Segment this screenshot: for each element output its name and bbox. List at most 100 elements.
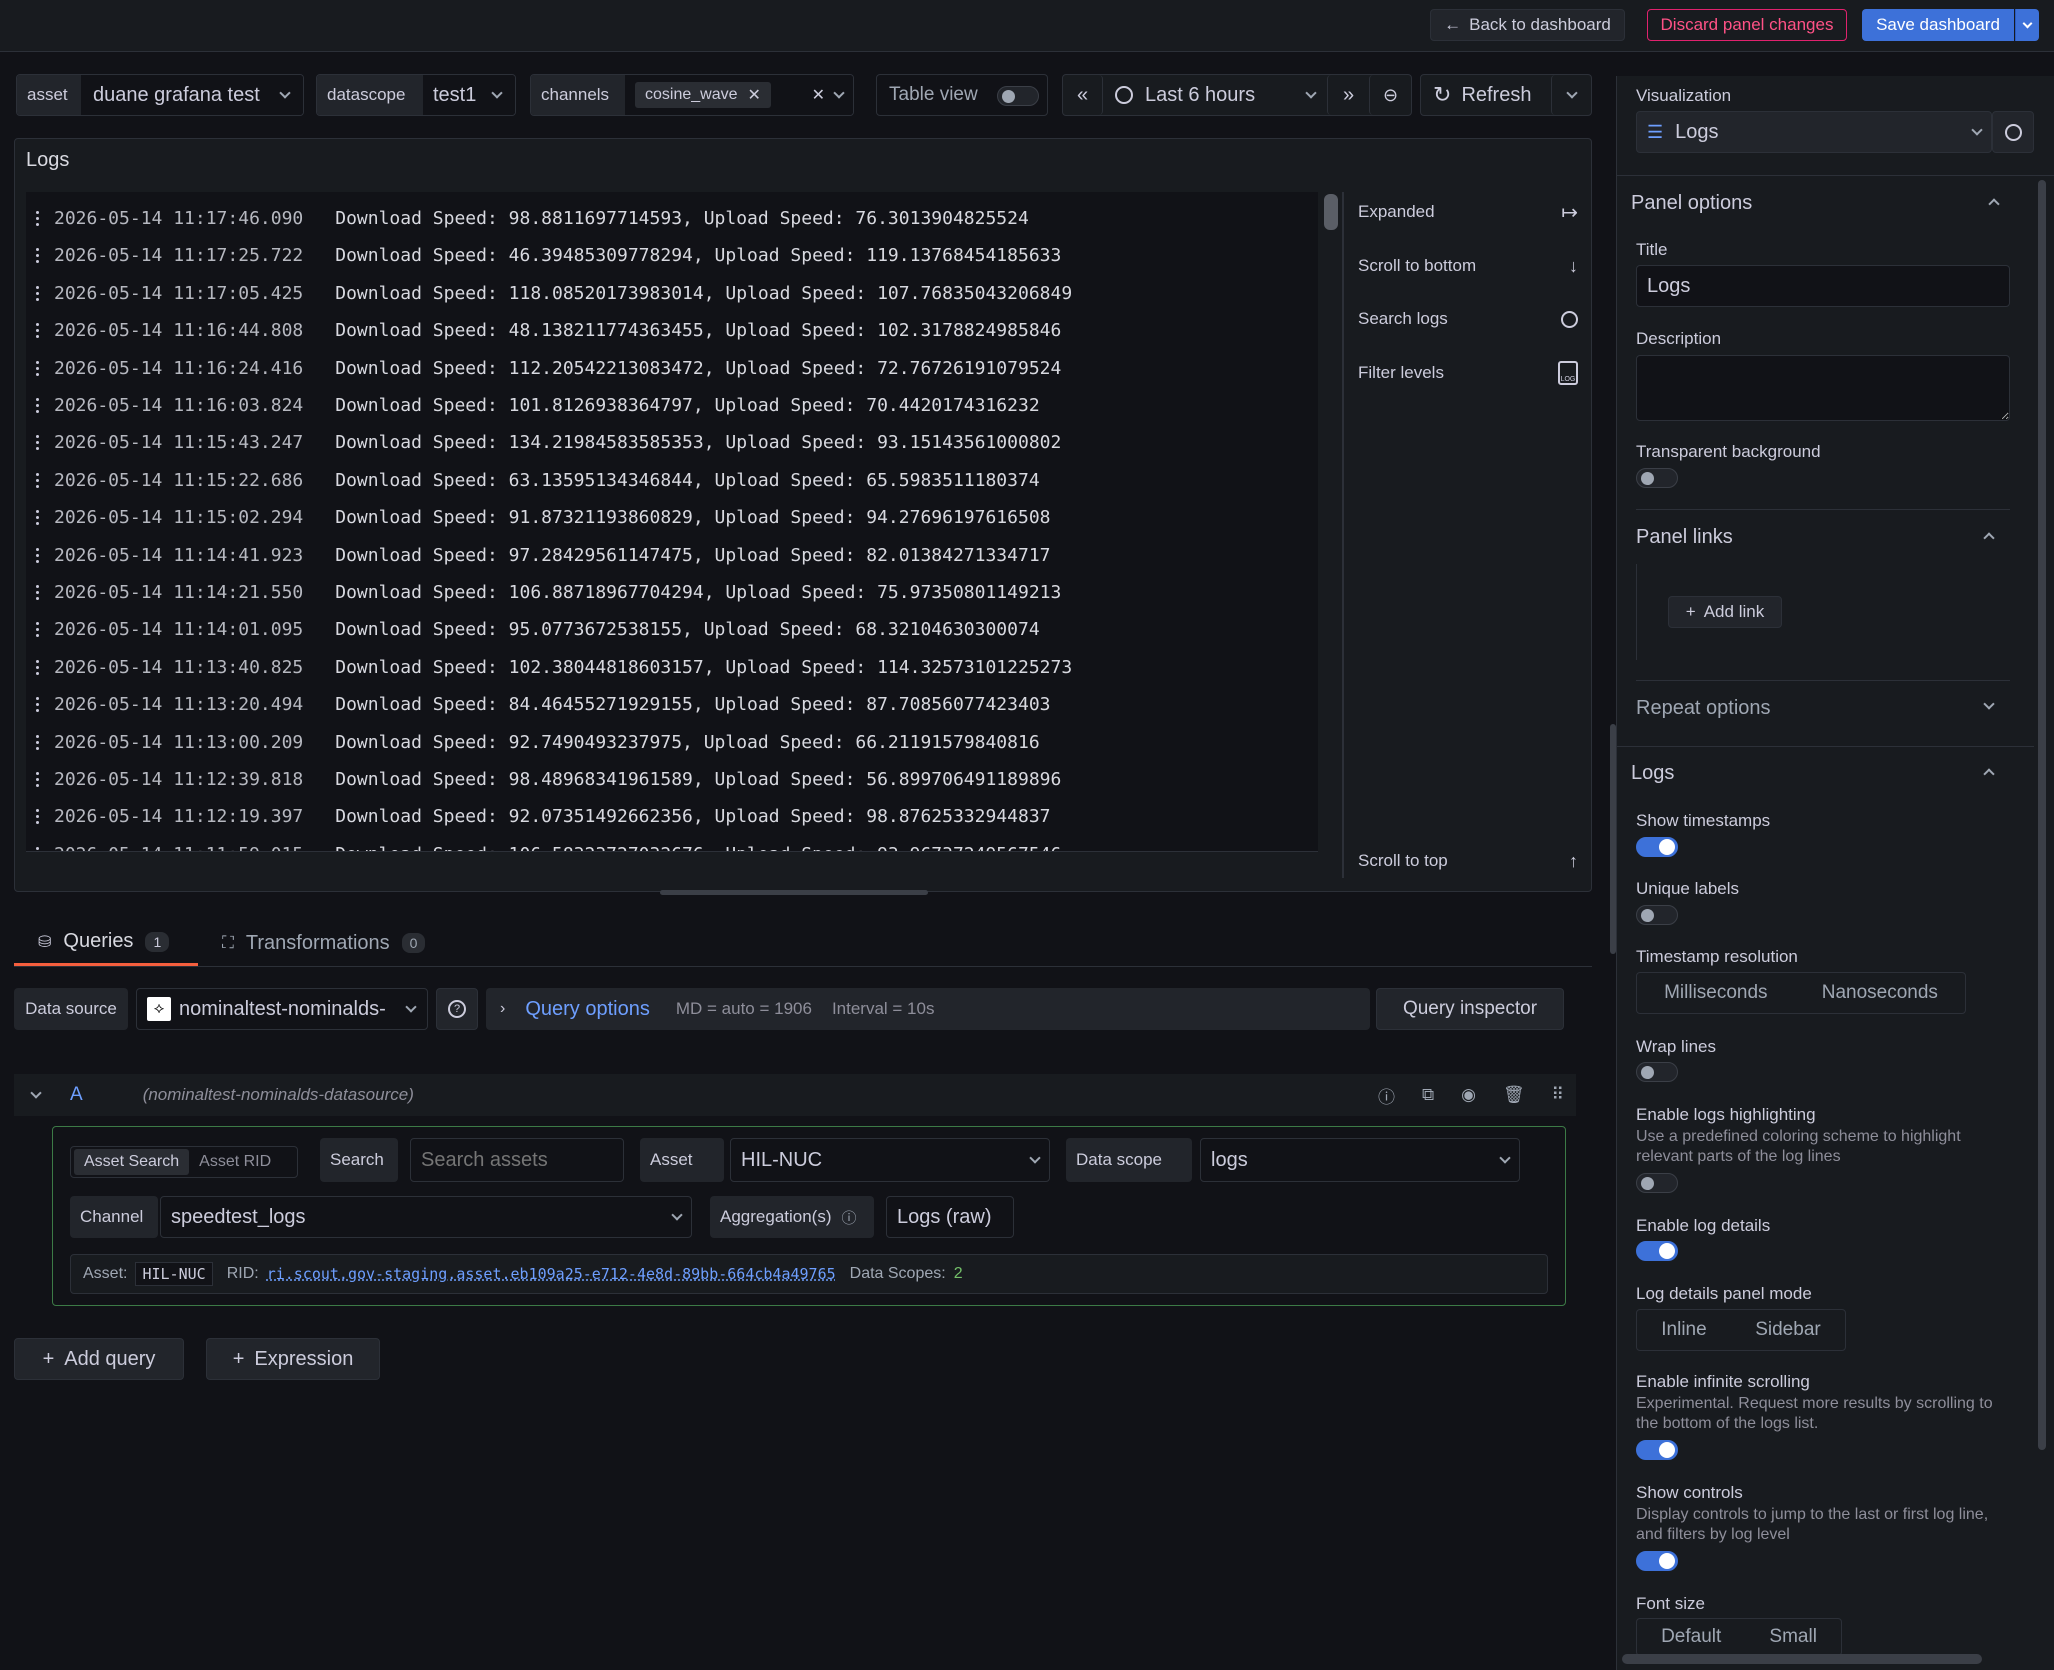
datasource-help-button[interactable]: ? [436,988,478,1030]
datascope-variable[interactable]: datascope test1 [316,74,516,116]
log-row[interactable]: 2026-05-14 11:14:41.923 Download Speed: 9… [36,537,1051,574]
time-shift-back-button[interactable]: « [1063,75,1103,115]
refresh-button[interactable]: ↻ Refresh [1421,82,1551,108]
time-range-button[interactable]: Last 6 hours [1103,84,1327,107]
options-horizontal-scrollbar[interactable] [1622,1654,1982,1664]
time-picker[interactable]: « Last 6 hours » ⊖ [1062,74,1412,116]
row-menu-icon[interactable] [36,809,42,825]
back-to-dashboard-button[interactable]: ← Back to dashboard [1430,9,1625,41]
trash-icon[interactable]: 🗑 [1503,1085,1525,1105]
log-details-toggle[interactable] [1636,1241,1678,1261]
log-details-mode-radio[interactable]: Inline Sidebar [1636,1309,1846,1351]
table-view-toggle[interactable]: Table view [876,74,1048,116]
logs-highlighting-toggle[interactable] [1636,1173,1678,1193]
discard-panel-changes-button[interactable]: Discard panel changes [1647,9,1847,41]
zoom-out-icon[interactable]: ⊖ [1369,75,1411,115]
panel-links-header[interactable]: Panel links [1636,526,1733,549]
row-menu-icon[interactable] [36,211,42,226]
aggregation-select[interactable]: Logs (raw) [886,1196,1014,1238]
row-menu-icon[interactable] [36,360,42,376]
query-row-header[interactable]: A (nominaltest-nominalds-datasource) [14,1074,1576,1116]
row-menu-icon[interactable] [36,285,42,301]
tab-transformations[interactable]: ⛶ Transformations 0 [208,920,448,966]
log-row[interactable]: 2026-05-14 11:16:44.808 Download Speed: 4… [36,312,1061,349]
row-menu-icon[interactable] [36,772,42,787]
log-row[interactable]: 2026-05-14 11:15:02.294 Download Speed: 9… [36,499,1051,536]
font-size-radio[interactable]: Default Small [1636,1618,1842,1656]
unique-labels-toggle[interactable] [1636,905,1678,925]
data-scope-select[interactable]: logs [1200,1138,1520,1182]
refresh-picker[interactable]: ↻ Refresh [1420,74,1592,116]
filter-levels-control[interactable]: Filter levels LOG [1358,360,1578,386]
log-row[interactable]: 2026-05-14 11:17:46.090 Download Speed: 9… [36,200,1029,237]
log-row[interactable]: 2026-05-14 11:17:25.722 Download Speed: 4… [36,237,1061,274]
options-scrollbar[interactable] [2038,180,2046,1450]
search-logs-control[interactable]: Search logs [1358,307,1578,331]
datasource-picker[interactable]: ⟡ nominaltest-nominalds- [136,988,428,1030]
log-row[interactable]: 2026-05-14 11:13:00.209 Download Speed: 9… [36,724,1040,761]
log-row[interactable]: 2026-05-14 11:15:22.686 Download Speed: 6… [36,462,1040,499]
help-icon[interactable]: ⓘ [1378,1083,1395,1108]
search-options-button[interactable] [1992,111,2034,153]
channel-select[interactable]: speedtest_logs [160,1196,692,1238]
close-icon[interactable]: ✕ [748,85,761,105]
row-menu-icon[interactable] [36,659,42,675]
channels-variable[interactable]: channels cosine_wave ✕ ✕ [530,74,854,116]
logs-scrollbar-thumb[interactable] [1324,194,1338,230]
log-row[interactable]: 2026-05-14 11:15:43.247 Download Speed: 1… [36,424,1061,461]
log-row[interactable]: 2026-05-14 11:12:39.818 Download Speed: 9… [36,761,1061,798]
save-dashboard-button[interactable]: Save dashboard [1862,9,2014,41]
log-row[interactable]: 2026-05-14 11:13:40.825 Download Speed: 1… [36,649,1072,686]
row-menu-icon[interactable] [36,323,42,339]
row-menu-icon[interactable] [36,547,42,563]
row-menu-icon[interactable] [36,472,42,488]
log-row[interactable]: 2026-05-14 11:16:03.824 Download Speed: 1… [36,387,1040,424]
save-dashboard-dropdown-button[interactable] [2015,9,2039,41]
wrap-lines-toggle[interactable] [1636,1062,1678,1082]
copy-icon[interactable]: ⧉ [1422,1085,1434,1105]
add-query-button[interactable]: + Add query [14,1338,184,1380]
rid-link[interactable]: ri.scout.gov-staging.asset.eb109a25-e712… [267,1265,836,1283]
scroll-to-bottom-control[interactable]: Scroll to bottom ↓ [1358,254,1578,278]
row-menu-icon[interactable] [36,622,42,638]
logs-list[interactable]: 2026-05-14 11:17:46.090 Download Speed: 9… [26,192,1318,852]
transparent-toggle[interactable] [1636,468,1678,488]
time-shift-forward-button[interactable]: » [1327,75,1369,115]
title-input[interactable] [1636,265,2010,307]
query-inspector-button[interactable]: Query inspector [1376,988,1564,1030]
log-row[interactable]: 2026-05-14 11:14:21.550 Download Speed: 1… [36,574,1061,611]
refresh-interval-dropdown[interactable] [1551,75,1591,115]
query-options-bar[interactable]: › Query options MD = auto = 1906 Interva… [486,988,1370,1030]
show-controls-toggle[interactable] [1636,1551,1678,1571]
description-textarea[interactable] [1636,355,2010,421]
log-row[interactable]: 2026-05-14 11:12:19.397 Download Speed: 9… [36,798,1051,835]
row-menu-icon[interactable] [36,734,42,750]
table-view-switch[interactable] [997,86,1039,106]
eye-icon[interactable]: ◉ [1461,1085,1476,1105]
logs-section-header[interactable]: Logs [1631,762,1674,785]
asset-variable[interactable]: asset duane grafana test [16,74,304,116]
log-row[interactable]: 2026-05-14 11:17:05.425 Download Speed: 1… [36,275,1072,312]
row-menu-icon[interactable] [36,585,42,600]
row-menu-icon[interactable] [36,435,42,451]
add-link-button[interactable]: + Add link [1668,596,1782,628]
log-row[interactable]: 2026-05-14 11:13:20.494 Download Speed: 8… [36,686,1051,723]
channel-chip[interactable]: cosine_wave ✕ [635,82,771,108]
row-menu-icon[interactable] [36,398,42,413]
tab-queries[interactable]: ⛁ Queries 1 [14,920,198,966]
expression-button[interactable]: + Expression [206,1338,380,1380]
row-menu-icon[interactable] [36,510,42,526]
row-menu-icon[interactable] [36,697,42,713]
panel-options-header[interactable]: Panel options [1631,192,1752,215]
show-timestamps-toggle[interactable] [1636,837,1678,857]
log-row[interactable]: 2026-05-14 11:14:01.095 Download Speed: 9… [36,611,1040,648]
asset-select[interactable]: HIL-NUC [730,1138,1050,1182]
log-row[interactable]: 2026-05-14 11:16:24.416 Download Speed: 1… [36,350,1061,387]
visualization-picker[interactable]: ☰ Logs [1636,111,1992,153]
drag-handle-icon[interactable]: ⠿ [1552,1085,1564,1105]
expanded-control[interactable]: Expanded ↦ [1358,200,1578,224]
asset-mode-toggle[interactable]: Asset Search Asset RID [70,1146,298,1178]
row-menu-icon[interactable] [36,846,42,851]
infinite-scrolling-toggle[interactable] [1636,1440,1678,1460]
row-menu-icon[interactable] [36,248,42,264]
